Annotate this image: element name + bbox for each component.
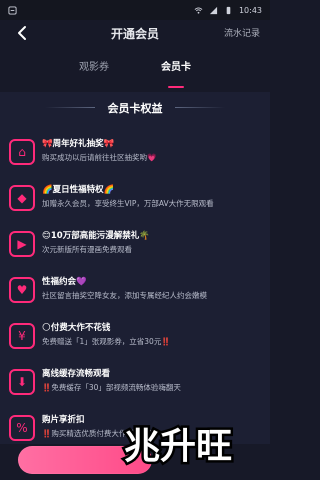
status-bar: 10:43 — [0, 0, 270, 20]
download-icon: ⬇ — [9, 369, 35, 395]
benefit-title: 性福约会💜 — [42, 277, 87, 287]
tab-viewing-coupon[interactable]: 观影券 — [79, 52, 109, 82]
play-icon: ▶ — [9, 231, 35, 257]
tag-icon: % — [9, 415, 35, 441]
wifi-icon — [194, 6, 203, 14]
benefit-desc: 次元新版所有漫画免费观看 — [42, 245, 132, 254]
benefit-title: 🌕付费大作不花钱 — [42, 323, 111, 333]
coin-icon: ¥ — [9, 323, 35, 349]
benefit-desc: ‼️免费缓存「30」部视频流畅体验嗨翻天 — [42, 383, 181, 392]
section-title-divider-right — [175, 107, 225, 108]
diamond-icon: ◆ — [9, 185, 35, 211]
benefits-section-title: 会员卡权益 — [107, 102, 163, 115]
benefit-item: ⬇ 离线缓存流畅观看 ‼️免费缓存「30」部视频流畅体验嗨翻天 — [0, 362, 270, 402]
notification-icon — [8, 5, 17, 15]
signal-icon — [209, 6, 218, 14]
benefit-item: ▶ 😊10万部高能污漫解禁礼🌴 次元新版所有漫画免费观看 — [0, 224, 270, 264]
gift-icon: ⌂ — [9, 139, 35, 165]
benefit-title: 购片享折扣 — [42, 415, 85, 425]
benefit-title: 😊10万部高能污漫解禁礼🌴 — [42, 231, 150, 241]
battery-icon — [226, 6, 231, 14]
benefit-item: ♥ 性福约会💜 社区留言抽奖空降女友，添加专属经纪人约会嫩模 — [0, 270, 270, 310]
tab-bar: 观影券 会员卡 — [0, 52, 270, 82]
benefit-title: 🎀周年好礼抽奖🎀 — [42, 139, 115, 149]
svg-text:兆升旺: 兆升旺 — [124, 426, 232, 467]
benefit-item: ¥ 🌕付费大作不花钱 免费赠送「1」张观影券，立省30元‼️ — [0, 316, 270, 356]
app-header: 开通会员 流水记录 — [0, 20, 270, 46]
benefit-item: ◆ 🌈夏日性福特权🌈 加赠永久会员，享受终生VIP，万部AV大作无限观看 — [0, 178, 270, 218]
tab-membership-card[interactable]: 会员卡 — [161, 52, 191, 82]
watermark-logo: 兆升旺 — [122, 424, 235, 470]
benefit-title: 🌈夏日性福特权🌈 — [42, 185, 115, 195]
heart-icon: ♥ — [9, 277, 35, 303]
transaction-history-link[interactable]: 流水记录 — [224, 26, 260, 39]
benefit-desc: 加赠永久会员，享受终生VIP，万部AV大作无限观看 — [42, 199, 214, 208]
benefit-desc: 社区留言抽奖空降女友，添加专属经纪人约会嫩模 — [42, 291, 207, 300]
benefit-desc: 免费赠送「1」张观影券，立省30元‼️ — [42, 337, 171, 346]
benefit-title: 离线缓存流畅观看 — [42, 369, 111, 379]
back-arrow-icon[interactable] — [12, 23, 32, 43]
benefit-desc: 购买成功以后请前往社区抽奖哟💗 — [42, 153, 157, 162]
status-time: 10:43 — [238, 5, 262, 15]
benefit-item: ⌂ 🎀周年好礼抽奖🎀 购买成功以后请前往社区抽奖哟💗 — [0, 132, 270, 172]
